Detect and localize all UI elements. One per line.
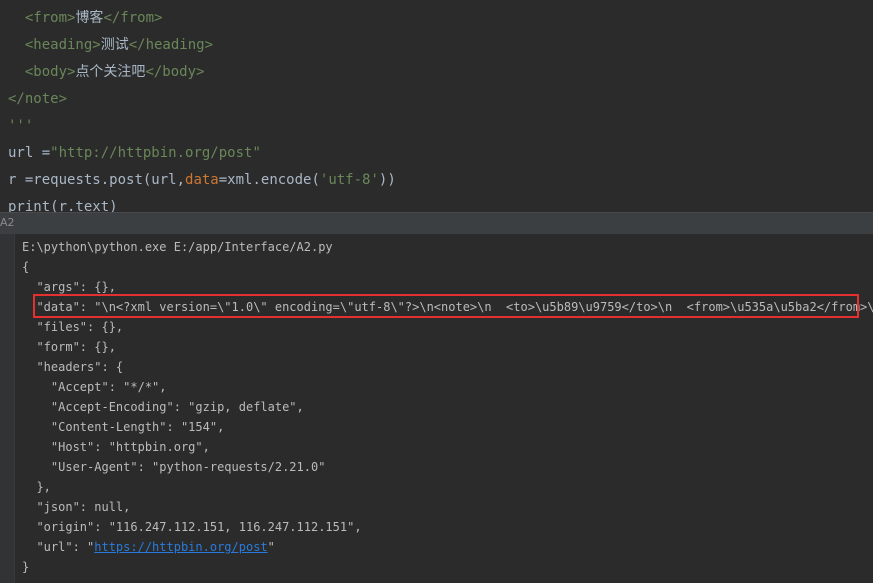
console-line: "json": null, [22, 500, 131, 514]
code-line: ''' [8, 118, 34, 134]
code-line: <from>博客</from> [24, 10, 163, 26]
code-line: </note> [8, 91, 68, 107]
console-line: }, [22, 480, 51, 494]
data-highlight-box [33, 294, 859, 318]
console-line: "form": {}, [22, 340, 116, 354]
console-line: "Content-Length": "154", [22, 420, 225, 434]
run-panel-header[interactable]: A2 [0, 212, 873, 235]
console-line: "files": {}, [22, 320, 124, 334]
console-line: E:\python\python.exe E:/app/Interface/A2… [22, 240, 333, 254]
console-line: "headers": { [22, 360, 124, 374]
console-line: } [22, 560, 30, 574]
console-line: "url": "https://httpbin.org/post" [22, 540, 275, 554]
console-line: "Accept-Encoding": "gzip, deflate", [22, 400, 304, 414]
console-gutter [0, 234, 15, 583]
code-editor[interactable]: <from>博客</from> <heading>测试</heading> <b… [0, 0, 873, 212]
code-line: url ="http://httpbin.org/post" [8, 145, 261, 161]
code-line: print(r.text) [8, 199, 118, 212]
url-link[interactable]: https://httpbin.org/post [94, 540, 267, 554]
run-console[interactable]: E:\python\python.exe E:/app/Interface/A2… [0, 234, 873, 583]
run-tab-label[interactable]: A2 [0, 216, 15, 229]
console-line: { [22, 260, 30, 274]
code-line: <body>点个关注吧</body> [24, 64, 205, 80]
code-line: <heading>测试</heading> [24, 37, 214, 53]
code-line: r =requests.post(url,data=xml.encode('ut… [8, 172, 396, 188]
console-line: "Host": "httpbin.org", [22, 440, 210, 454]
console-line: "origin": "116.247.112.151, 116.247.112.… [22, 520, 362, 534]
console-line: "Accept": "*/*", [22, 380, 167, 394]
console-line: "User-Agent": "python-requests/2.21.0" [22, 460, 326, 474]
